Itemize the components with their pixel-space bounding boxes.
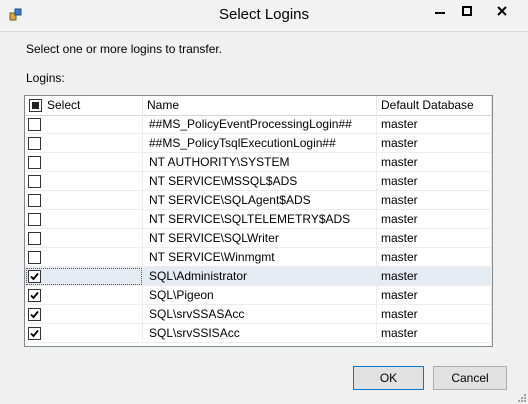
maximize-icon [461, 6, 472, 16]
login-name-cell: NT AUTHORITY\SYSTEM [143, 153, 377, 172]
select-cell[interactable] [25, 153, 143, 172]
table-row[interactable]: SQL\Administrator master [25, 267, 492, 286]
default-database-cell: master [377, 115, 492, 134]
select-checkbox[interactable] [28, 156, 41, 169]
login-name-cell: NT SERVICE\SQLTELEMETRY$ADS [143, 210, 377, 229]
focus-rectangle [26, 268, 142, 285]
instructions-text: Select one or more logins to transfer. [26, 42, 223, 56]
select-cell[interactable] [25, 248, 143, 267]
minimize-icon [434, 12, 445, 14]
login-name-cell: SQL\Administrator [143, 267, 377, 286]
table-row[interactable]: NT SERVICE\SQLWriter master [25, 229, 492, 248]
select-cell[interactable] [25, 134, 143, 153]
select-checkbox[interactable] [28, 251, 41, 264]
select-cell[interactable] [25, 115, 143, 134]
default-database-cell: master [377, 191, 492, 210]
select-cell[interactable] [25, 210, 143, 229]
table-row[interactable]: SQL\Pigeon master [25, 286, 492, 305]
checkmark-icon [30, 291, 39, 300]
select-cell[interactable] [25, 172, 143, 191]
column-header-name[interactable]: Name [143, 96, 377, 115]
table-row[interactable]: NT SERVICE\Winmgmt master [25, 248, 492, 267]
login-name-cell: NT SERVICE\SQLAgent$ADS [143, 191, 377, 210]
select-checkbox[interactable] [28, 213, 41, 226]
table-row[interactable]: NT AUTHORITY\SYSTEM master [25, 153, 492, 172]
select-checkbox[interactable] [28, 327, 41, 340]
default-database-cell: master [377, 248, 492, 267]
select-all-checkbox[interactable] [29, 99, 42, 112]
select-checkbox[interactable] [28, 175, 41, 188]
logins-label: Logins: [26, 71, 65, 85]
login-name-cell: ##MS_PolicyEventProcessingLogin## [143, 115, 377, 134]
default-database-cell: master [377, 172, 492, 191]
column-header-default-database[interactable]: Default Database [377, 96, 492, 115]
select-checkbox[interactable] [28, 194, 41, 207]
select-checkbox[interactable] [28, 137, 41, 150]
login-name-cell: NT SERVICE\SQLWriter [143, 229, 377, 248]
close-button[interactable] [480, 0, 524, 22]
table-row[interactable]: SQL\srvSSASAcc master [25, 305, 492, 324]
table-row[interactable]: ##MS_PolicyTsqlExecutionLogin## master [25, 134, 492, 153]
login-name-cell: SQL\Pigeon [143, 286, 377, 305]
grid-header: Select Name Default Database [25, 96, 492, 116]
select-cell[interactable] [25, 305, 143, 324]
checkmark-icon [30, 310, 39, 319]
select-cell[interactable] [25, 229, 143, 248]
table-row[interactable]: SQL\srvSSISAcc master [25, 324, 492, 343]
select-checkbox[interactable] [28, 118, 41, 131]
default-database-cell: master [377, 324, 492, 343]
table-row[interactable]: NT SERVICE\SQLAgent$ADS master [25, 191, 492, 210]
table-row[interactable]: NT SERVICE\SQLTELEMETRY$ADS master [25, 210, 492, 229]
select-checkbox[interactable] [28, 289, 41, 302]
login-name-cell: SQL\srvSSISAcc [143, 324, 377, 343]
cancel-button[interactable]: Cancel [433, 366, 507, 390]
resize-grip-icon[interactable] [516, 392, 526, 402]
select-cell[interactable] [25, 324, 143, 343]
default-database-cell: master [377, 134, 492, 153]
select-cell[interactable] [25, 191, 143, 210]
table-row[interactable]: ##MS_PolicyEventProcessingLogin## master [25, 115, 492, 134]
table-row[interactable]: NT SERVICE\MSSQL$ADS master [25, 172, 492, 191]
login-name-cell: ##MS_PolicyTsqlExecutionLogin## [143, 134, 377, 153]
login-name-cell: NT SERVICE\MSSQL$ADS [143, 172, 377, 191]
select-checkbox[interactable] [28, 232, 41, 245]
default-database-cell: master [377, 229, 492, 248]
login-name-cell: NT SERVICE\Winmgmt [143, 248, 377, 267]
logins-grid[interactable]: Select Name Default Database ##MS_Policy… [24, 95, 493, 347]
title-bar: Select Logins [0, 0, 528, 31]
maximize-button[interactable] [453, 0, 480, 22]
select-cell[interactable] [25, 267, 143, 286]
close-icon [497, 6, 507, 16]
default-database-cell: master [377, 267, 492, 286]
column-header-select[interactable]: Select [25, 96, 143, 115]
select-checkbox[interactable] [28, 308, 41, 321]
default-database-cell: master [377, 305, 492, 324]
login-name-cell: SQL\srvSSASAcc [143, 305, 377, 324]
title-separator [0, 31, 528, 32]
default-database-cell: master [377, 286, 492, 305]
minimize-button[interactable] [426, 0, 453, 22]
select-cell[interactable] [25, 286, 143, 305]
default-database-cell: master [377, 210, 492, 229]
default-database-cell: master [377, 153, 492, 172]
ok-button[interactable]: OK [353, 366, 424, 390]
checkmark-icon [30, 329, 39, 338]
